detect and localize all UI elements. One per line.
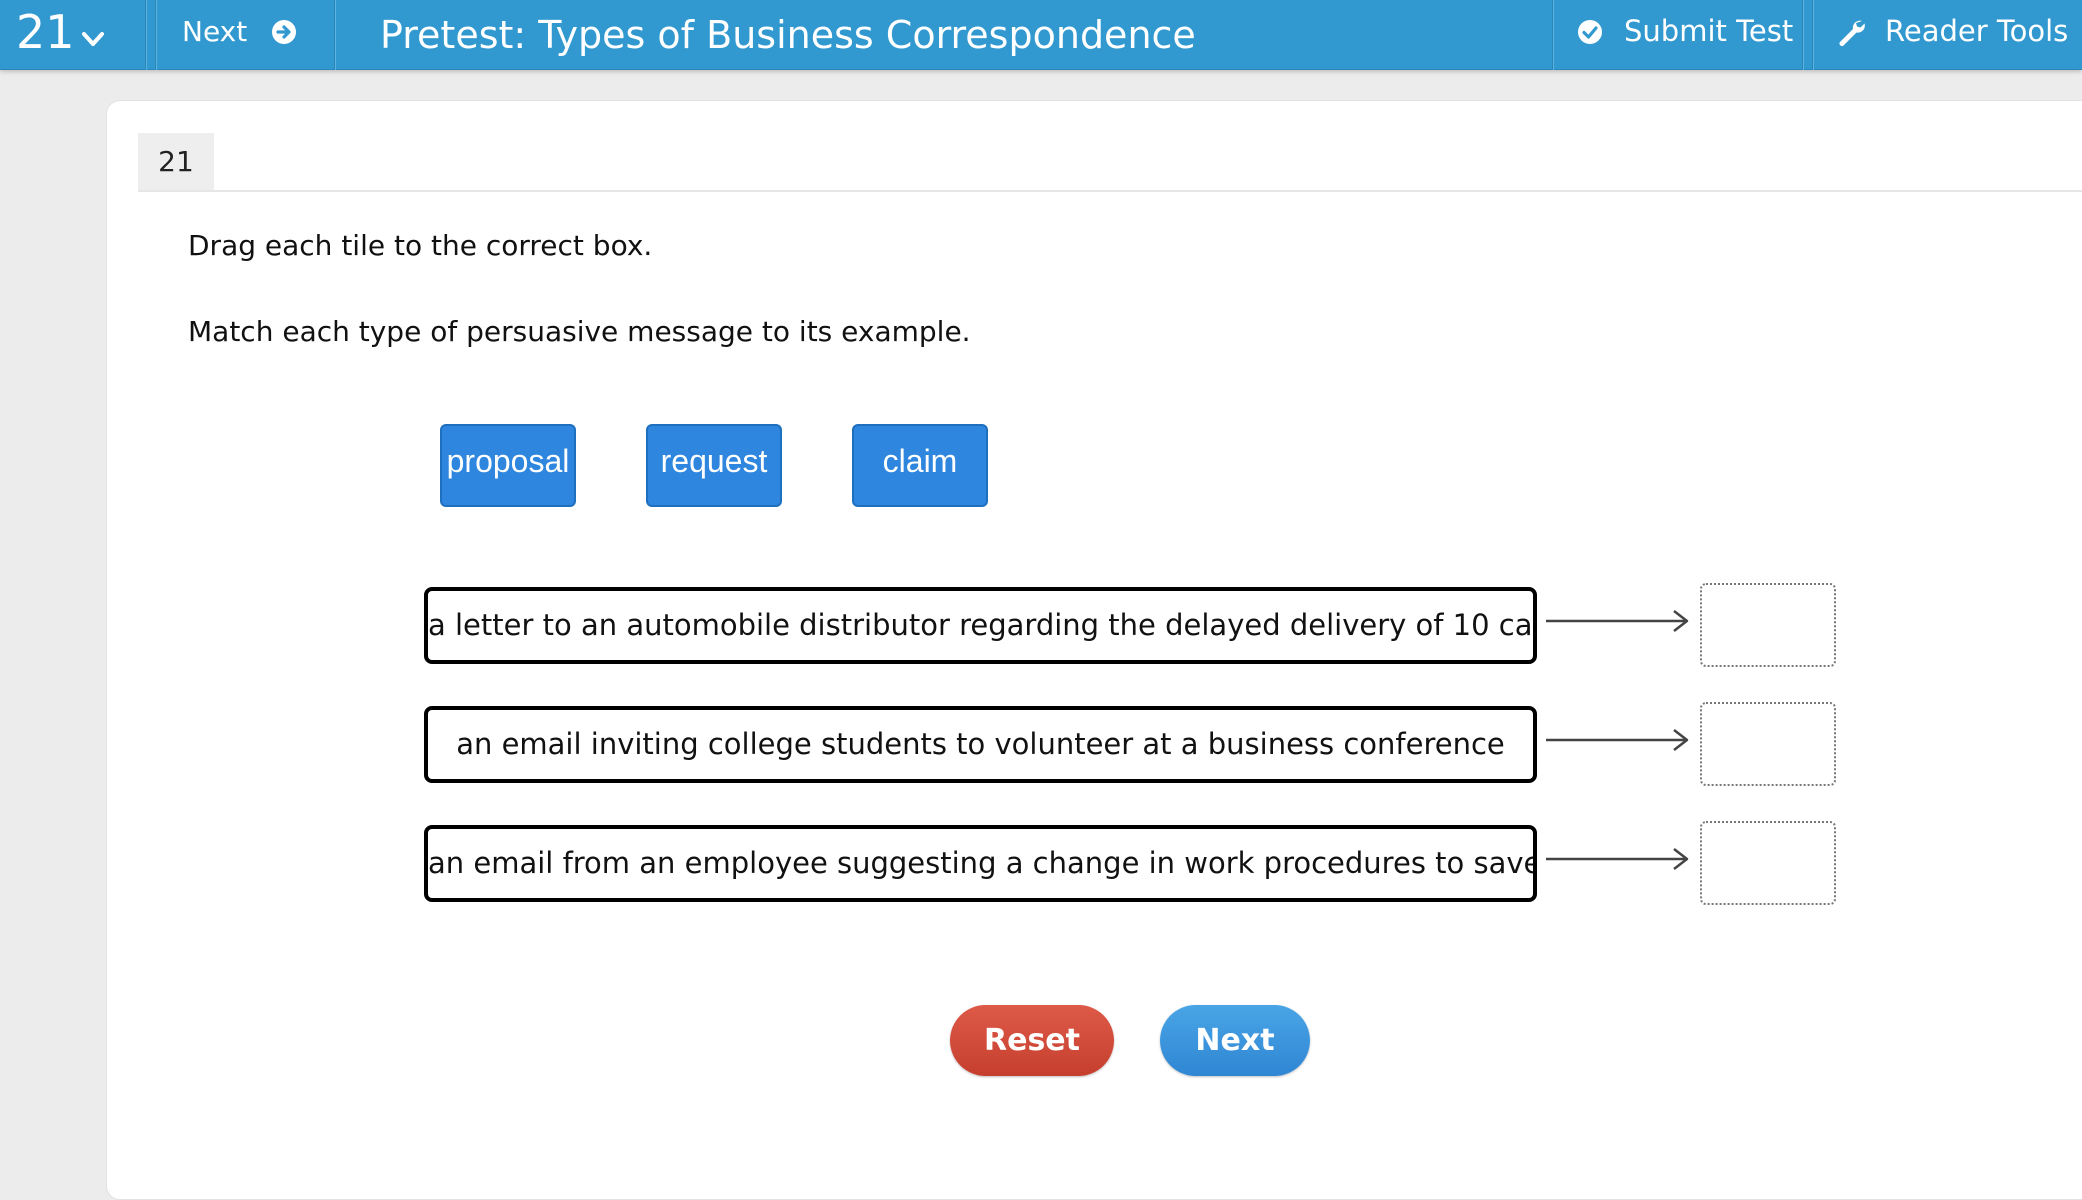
divider <box>138 190 2082 192</box>
check-circle-icon[interactable] <box>1576 18 1604 46</box>
topbar-next-button[interactable]: Next <box>182 14 247 50</box>
question-tab: 21 <box>138 133 214 191</box>
topbar-divider <box>1552 0 1554 70</box>
arrow-right-icon <box>1546 610 1689 632</box>
top-bar: 21 Next Pretest: Types of Business Corre… <box>0 0 2082 70</box>
topbar-divider <box>334 0 336 70</box>
topbar-divider <box>155 0 157 70</box>
arrow-right-icon <box>1546 848 1689 870</box>
reset-button[interactable]: Reset <box>950 1005 1114 1076</box>
drop-box-1[interactable] <box>1700 583 1836 667</box>
question-prompt: Match each type of persuasive message to… <box>188 315 971 348</box>
next-button[interactable]: Next <box>1160 1005 1310 1076</box>
drop-box-2[interactable] <box>1700 702 1836 786</box>
match-prompt-2: an email inviting college students to vo… <box>424 706 1537 783</box>
topbar-divider <box>145 0 147 70</box>
drop-box-3[interactable] <box>1700 821 1836 905</box>
tile-request[interactable]: request <box>646 424 782 507</box>
submit-test-button[interactable]: Submit Test <box>1624 12 1793 50</box>
tile-proposal[interactable]: proposal <box>440 424 576 507</box>
match-prompt-1: a letter to an automobile distributor re… <box>424 587 1537 664</box>
topbar-divider <box>1802 0 1804 70</box>
tile-claim[interactable]: claim <box>852 424 988 507</box>
arrow-circle-right-icon[interactable] <box>270 18 298 46</box>
page-title: Pretest: Types of Business Correspondenc… <box>380 13 1196 57</box>
instruction-text: Drag each tile to the correct box. <box>188 229 653 262</box>
question-number-selector[interactable]: 21 <box>16 4 75 60</box>
chevron-down-icon[interactable] <box>80 26 106 52</box>
wrench-icon[interactable] <box>1835 16 1867 48</box>
topbar-divider <box>1812 0 1814 70</box>
question-number[interactable]: 21 <box>16 5 75 59</box>
match-prompt-3: an email from an employee suggesting a c… <box>424 825 1537 902</box>
reader-tools-button[interactable]: Reader Tools <box>1885 12 2068 50</box>
arrow-right-icon <box>1546 729 1689 751</box>
